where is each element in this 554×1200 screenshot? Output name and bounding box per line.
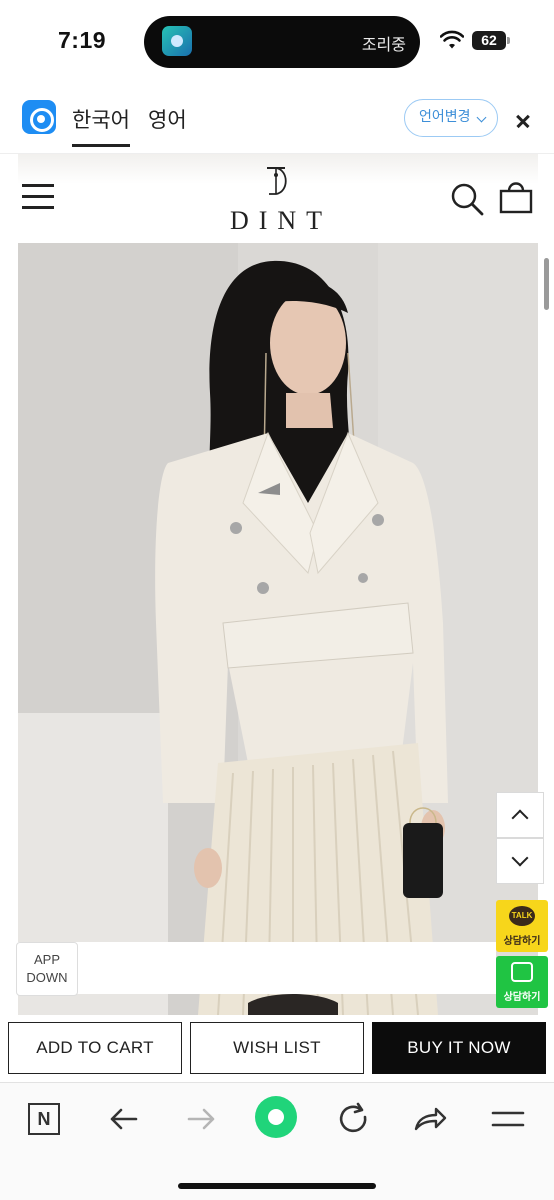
tab-korean[interactable]: 한국어 [72, 104, 130, 147]
talk-label: 상담하기 [503, 936, 541, 947]
buy-now-button[interactable]: BUY IT NOW [372, 1022, 546, 1074]
close-icon[interactable] [514, 112, 534, 132]
product-image[interactable] [18, 243, 538, 1015]
tab-english[interactable]: 영어 [148, 104, 187, 134]
chat-bubble-icon [511, 962, 533, 982]
share-icon[interactable] [412, 1101, 448, 1137]
change-language-button[interactable]: 언어변경 [404, 99, 498, 137]
scroll-up-button[interactable] [496, 792, 544, 838]
chat-consult-button[interactable]: 상담하기 [496, 956, 548, 1008]
back-arrow-icon[interactable] [106, 1101, 142, 1137]
search-icon[interactable] [450, 182, 484, 216]
kakao-talk-button[interactable]: TALK 상담하기 [496, 900, 548, 952]
home-indicator [178, 1183, 376, 1189]
app-down-bar [16, 942, 496, 994]
status-time: 7:19 [58, 27, 107, 53]
app-down-button[interactable]: APP DOWN [16, 942, 78, 996]
green-home-icon[interactable] [254, 1095, 298, 1139]
chevron-down-icon [476, 112, 487, 123]
logo-mark-icon [267, 167, 287, 195]
action-buttons: ADD TO CART WISH LIST BUY IT NOW [0, 1016, 554, 1082]
scroll-indicator[interactable] [544, 258, 549, 310]
translate-logo-icon [22, 100, 56, 134]
site-header: DINT [0, 154, 554, 242]
app-icon [162, 26, 192, 56]
change-language-label: 언어변경 [419, 109, 471, 125]
chat-label: 상담하기 [503, 992, 541, 1003]
chevron-down-icon [511, 849, 529, 867]
menu-icon[interactable] [490, 1101, 526, 1137]
chevron-up-icon [511, 809, 529, 827]
shopping-bag-icon[interactable] [498, 180, 534, 214]
app-down-line1: APP [33, 952, 60, 967]
reload-icon[interactable] [336, 1101, 372, 1137]
wish-list-button[interactable]: WISH LIST [190, 1022, 364, 1074]
forward-arrow-icon[interactable] [183, 1101, 219, 1137]
status-bar: 7:19 조리중 62 [0, 0, 554, 80]
app-down-line2: DOWN [26, 970, 68, 985]
n-tab-icon[interactable]: N [28, 1103, 60, 1135]
dynamic-island[interactable]: 조리중 [144, 16, 420, 68]
product-photo [18, 243, 538, 1015]
island-text: 조리중 [361, 35, 406, 54]
add-to-cart-button[interactable]: ADD TO CART [8, 1022, 182, 1074]
battery-indicator: 62 [472, 31, 510, 50]
scroll-down-button[interactable] [496, 838, 544, 884]
wifi-icon [440, 30, 464, 49]
translate-bar: 한국어 영어 언어변경 [0, 80, 554, 154]
talk-bubble-icon: TALK [509, 906, 535, 926]
